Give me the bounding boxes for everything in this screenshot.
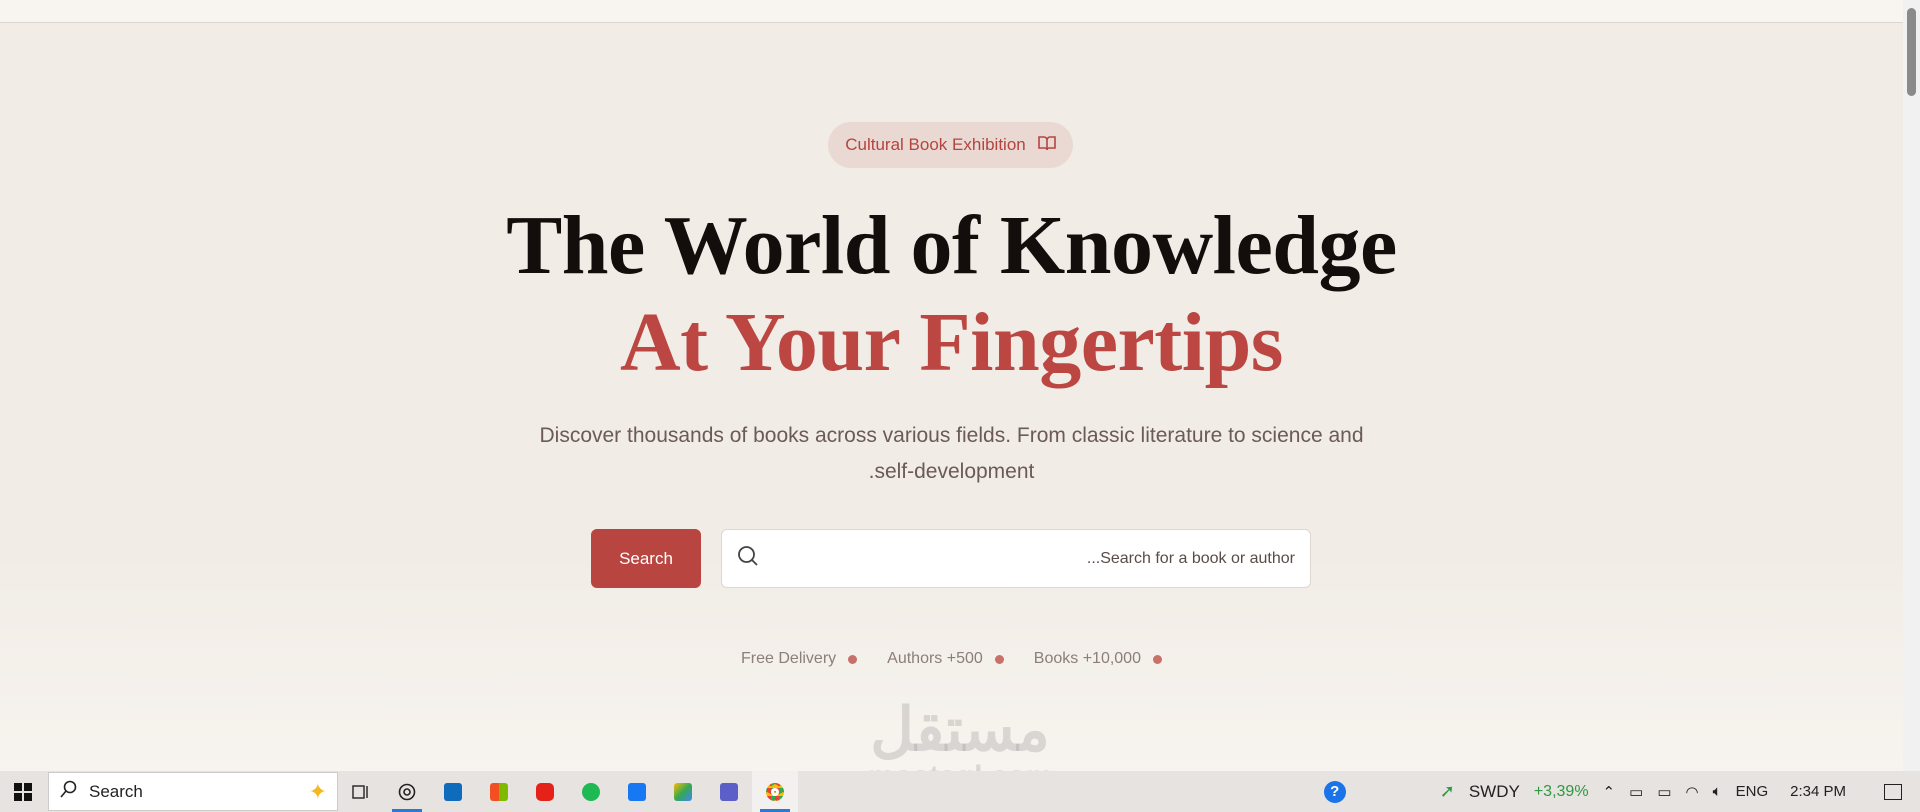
feature-label: Books +10,000 [1033,650,1141,667]
microsoft-store-icon[interactable] [476,771,522,812]
taskbar-search[interactable]: Search ✦ [48,772,338,811]
subtitle-line: Discover thousands of books across vario… [539,424,1364,447]
taskbar-search-label: Search [89,781,143,801]
outlook-icon[interactable] [430,771,476,812]
feature-label: Free Delivery [741,650,837,667]
help-icon[interactable]: ? [1323,780,1346,803]
chatgpt-icon[interactable] [384,771,430,812]
chevron-up-icon[interactable]: ⌃ [1603,783,1616,801]
youtube-icon[interactable] [522,771,568,812]
search-icon [59,780,77,803]
windows-start-icon[interactable] [0,771,46,812]
scrollbar[interactable] [1903,0,1920,771]
camera-icon[interactable]: ▭ [1629,783,1643,801]
stock-trend-up-icon: ➚ [1439,781,1455,801]
search-input[interactable]: ...Search for a book or author [721,529,1311,588]
hero-subtitle: Discover thousands of books across vario… [0,418,1903,490]
hero-title-accent: At Your Fingertips [620,296,1284,389]
notification-icon[interactable] [1884,783,1902,800]
chrome-icon[interactable] [752,771,798,812]
google-meet-icon[interactable] [660,771,706,812]
wifi-icon[interactable]: ◠ [1686,783,1699,801]
task-view-icon[interactable] [338,771,384,812]
spotify-icon[interactable] [568,771,614,812]
book-open-icon [1037,135,1056,156]
taskbar: Search ✦ ? ➚ SWDY +3,39% ⌃ ▭ ▭ ◠ 🔈︎ ENG … [0,771,1920,812]
bullet-dot [994,654,1004,664]
feature-item: Authors +500 [887,650,1004,668]
feature-item: Free Delivery [741,650,858,668]
bullet-dot [848,654,858,664]
language-indicator[interactable]: ENG [1736,783,1769,800]
browser-top-bar [0,0,1903,23]
bullet-dot [1152,654,1162,664]
exhibition-badge: Cultural Book Exhibition [828,122,1073,168]
facebook-icon[interactable] [614,771,660,812]
hero-title: The World of Knowledge [506,199,1397,292]
feature-list: Free Delivery Authors +500 Books +10,000 [0,650,1903,668]
teams-icon[interactable] [706,771,752,812]
volume-icon[interactable]: 🔈︎ [1713,783,1722,800]
scrollbar-thumb[interactable] [1907,8,1916,96]
stock-change[interactable]: +3,39% [1534,783,1589,801]
watermark-arabic: مستقل [870,696,1050,763]
feature-item: Books +10,000 [1034,650,1162,668]
feature-label: Authors +500 [887,650,983,667]
search-icon [736,544,760,573]
copilot-sparkle-icon: ✦ [308,778,327,804]
search-button[interactable]: Search [591,529,701,588]
search-placeholder: ...Search for a book or author [1086,549,1295,567]
system-tray: ? ➚ SWDY +3,39% ⌃ ▭ ▭ ◠ 🔈︎ ENG 2:34 PM [1323,771,1920,812]
stock-symbol[interactable]: SWDY [1469,782,1520,802]
badge-label: Cultural Book Exhibition [845,135,1026,154]
subtitle-line: .self-development [868,460,1035,483]
clock[interactable]: 2:34 PM [1790,783,1846,800]
battery-icon[interactable]: ▭ [1657,783,1671,801]
